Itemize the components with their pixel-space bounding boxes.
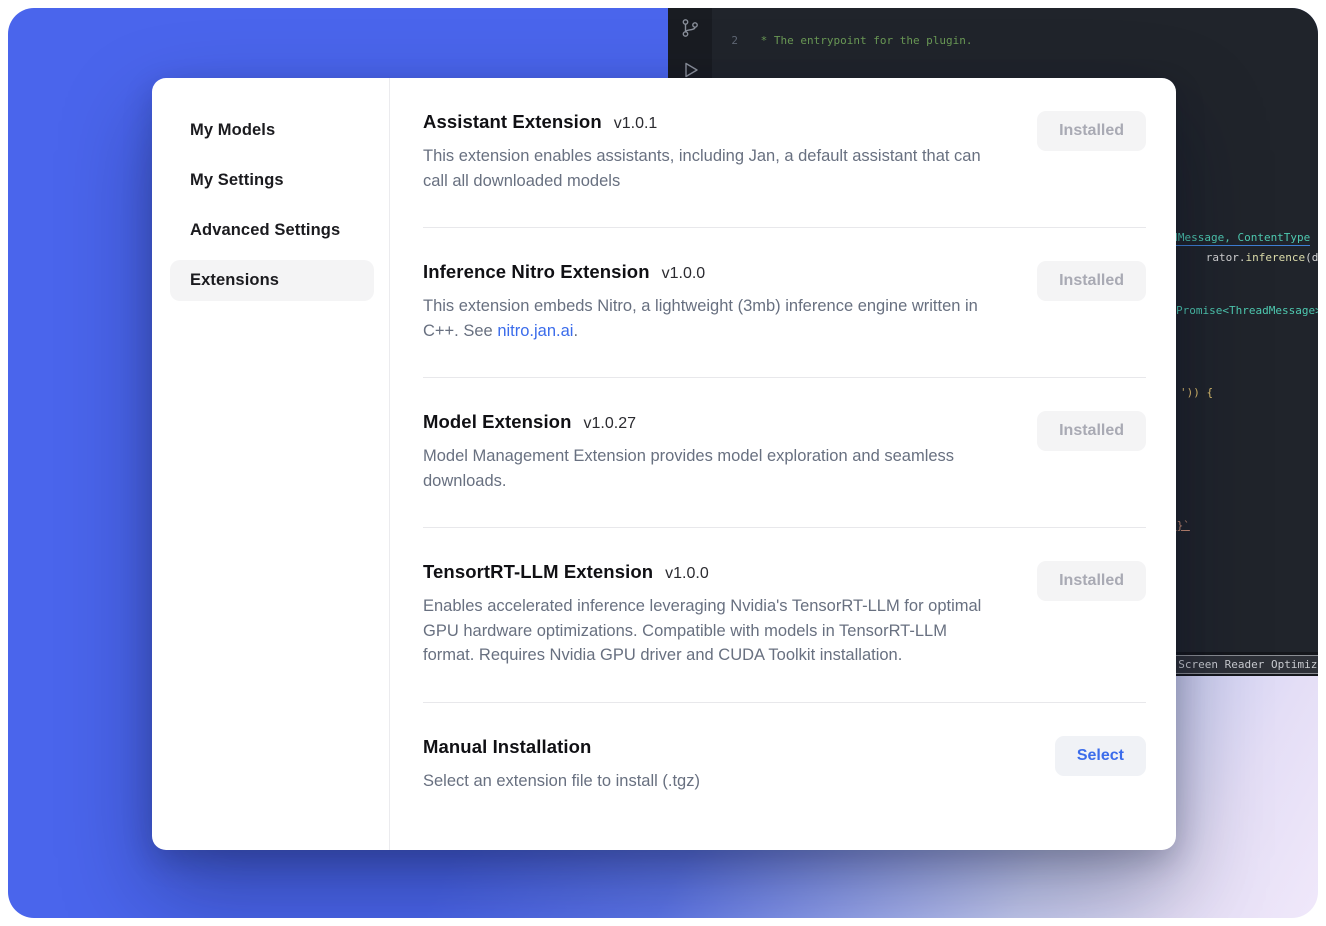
sidebar-item-advanced-settings[interactable]: Advanced Settings: [170, 210, 374, 251]
extension-title: Inference Nitro Extension: [423, 261, 650, 283]
extension-title: Manual Installation: [423, 736, 591, 758]
extension-description: Select an extension file to install (.tg…: [423, 769, 700, 794]
extension-section-tensorrt: TensortRT-LLM Extension v1.0.0 Enables a…: [423, 528, 1146, 703]
extension-version: v1.0.27: [584, 415, 636, 433]
code-fragment: rator.inference(data));: [1166, 237, 1318, 279]
code-fragment: Promise<ThreadMessage>: [1176, 304, 1318, 318]
settings-sidebar: My Models My Settings Advanced Settings …: [152, 78, 390, 850]
extension-description: This extension enables assistants, inclu…: [423, 144, 1001, 193]
sidebar-item-extensions[interactable]: Extensions: [170, 260, 374, 301]
assistant-installed-button[interactable]: Installed: [1037, 111, 1146, 151]
code-text: rator.: [1206, 251, 1246, 264]
extension-section-model: Model Extension v1.0.27 Model Management…: [423, 378, 1146, 528]
code-comment: * The entrypoint for the plugin.: [754, 33, 973, 49]
extension-title: Model Extension: [423, 411, 572, 433]
model-installed-button[interactable]: Installed: [1037, 411, 1146, 451]
settings-card: My Models My Settings Advanced Settings …: [152, 78, 1176, 850]
extension-section-nitro: Inference Nitro Extension v1.0.0 This ex…: [423, 228, 1146, 378]
line-number: 2: [712, 33, 738, 49]
tensorrt-installed-button[interactable]: Installed: [1037, 561, 1146, 601]
code-text: (data));: [1305, 251, 1318, 264]
description-text: .: [573, 322, 578, 340]
page-background: 2 * The entrypoint for the plugin. 3 */ …: [8, 8, 1318, 918]
extension-version: v1.0.0: [662, 265, 706, 283]
manual-installation-section: Manual Installation Select an extension …: [423, 703, 1146, 828]
extension-description: Enables accelerated inference leveraging…: [423, 594, 1001, 668]
extension-version: v1.0.0: [665, 565, 709, 583]
extension-description: This extension embeds Nitro, a lightweig…: [423, 294, 1001, 343]
sidebar-item-my-settings[interactable]: My Settings: [170, 160, 374, 201]
nitro-installed-button[interactable]: Installed: [1037, 261, 1146, 301]
extension-description: Model Management Extension provides mode…: [423, 444, 1001, 493]
nitro-jan-ai-link[interactable]: nitro.jan.ai: [497, 322, 573, 340]
extension-section-assistant: Assistant Extension v1.0.1 This extensio…: [423, 78, 1146, 228]
screen-reader-chip: Screen Reader Optimize: [1170, 655, 1318, 674]
extension-version: v1.0.1: [614, 115, 658, 133]
code-method: inference: [1246, 251, 1306, 264]
extension-title: TensortRT-LLM Extension: [423, 561, 653, 583]
code-line: 2 * The entrypoint for the plugin.: [712, 33, 1318, 49]
source-control-icon: [678, 16, 702, 40]
manual-select-button[interactable]: Select: [1055, 736, 1146, 776]
code-fragment: ')) {: [1180, 386, 1213, 400]
extensions-panel: Assistant Extension v1.0.1 This extensio…: [390, 78, 1176, 850]
sidebar-item-my-models[interactable]: My Models: [170, 110, 374, 151]
extension-title: Assistant Extension: [423, 111, 602, 133]
